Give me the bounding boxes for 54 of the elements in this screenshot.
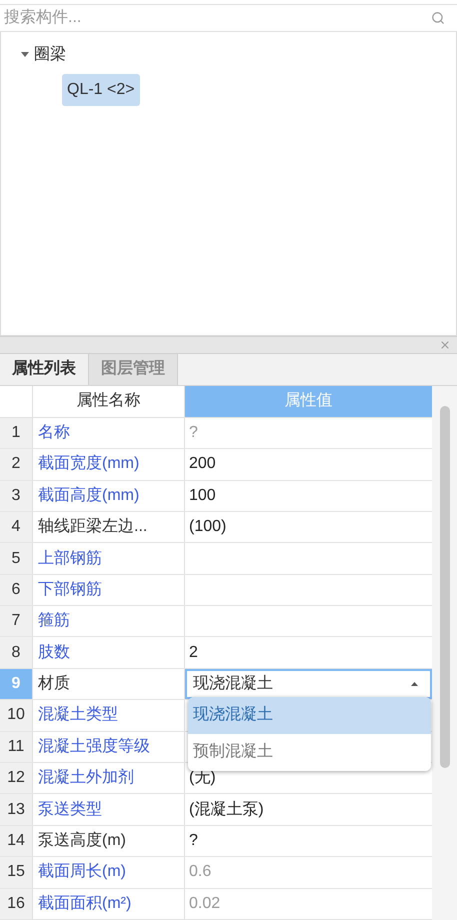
- tree-item[interactable]: QL-1 <2>: [62, 74, 140, 106]
- property-name: 肢数: [33, 637, 185, 668]
- row-number: 15: [0, 857, 33, 888]
- dropdown-value: 现浇混凝土: [193, 674, 273, 694]
- close-icon[interactable]: [439, 339, 451, 352]
- row-number: 12: [0, 763, 33, 794]
- row-number: 14: [0, 826, 33, 856]
- property-name: 材质: [33, 668, 185, 700]
- property-name: 截面周长(m): [33, 857, 185, 888]
- row-number: 11: [0, 732, 33, 762]
- caret-icon[interactable]: [21, 52, 29, 58]
- dropdown-option[interactable]: 预制混凝土: [188, 734, 431, 771]
- property-name: 轴线距梁左边...: [33, 512, 185, 542]
- property-value: 0.02: [189, 894, 220, 914]
- property-name: 截面宽度(mm): [33, 449, 185, 480]
- property-name: 混凝土类型: [33, 700, 185, 731]
- property-name: 下部钢筋: [33, 574, 185, 606]
- scrollbar-thumb[interactable]: [440, 406, 450, 768]
- row-number: 5: [0, 543, 33, 574]
- property-name: 泵送类型: [33, 794, 185, 825]
- search-input[interactable]: 搜索构件...: [4, 6, 431, 30]
- property-value: ?: [189, 831, 198, 852]
- row-number: 4: [0, 512, 33, 542]
- row-number: 13: [0, 794, 33, 825]
- property-value: (混凝土泵): [189, 800, 264, 820]
- property-value: 2: [189, 642, 198, 663]
- property-value: 0.6: [189, 862, 212, 882]
- search-icon[interactable]: [431, 10, 445, 25]
- search-field[interactable]: 搜索构件...: [0, 4, 457, 32]
- property-name: 箍筋: [33, 606, 185, 636]
- row-number: 2: [0, 449, 33, 480]
- row-number: 1: [0, 418, 33, 448]
- row-number: 7: [0, 606, 33, 636]
- property-value: 100: [189, 486, 216, 506]
- property-name: 混凝土外加剂: [33, 763, 185, 794]
- row-number: 9: [0, 668, 33, 700]
- property-value: 200: [189, 454, 216, 474]
- property-name: 名称: [33, 418, 185, 448]
- property-name: 混凝土强度等级: [33, 732, 185, 762]
- caret-icon: [411, 682, 418, 686]
- dropdown-option[interactable]: 现浇混凝土: [188, 696, 431, 734]
- property-name: 截面面积(m²): [33, 888, 185, 919]
- column-header: 属性值: [185, 386, 432, 417]
- property-name: 泵送高度(m): [33, 826, 185, 856]
- row-number: 16: [0, 888, 33, 919]
- property-name: 上部钢筋: [33, 543, 185, 574]
- tree-item[interactable]: 圈梁: [33, 42, 67, 67]
- row-number: 10: [0, 700, 33, 731]
- property-value: (100): [189, 517, 226, 538]
- property-value: ?: [189, 422, 198, 443]
- row-number: 8: [0, 637, 33, 668]
- property-name: 截面高度(mm): [33, 480, 185, 511]
- row-number: 3: [0, 480, 33, 511]
- row-number: 6: [0, 574, 33, 606]
